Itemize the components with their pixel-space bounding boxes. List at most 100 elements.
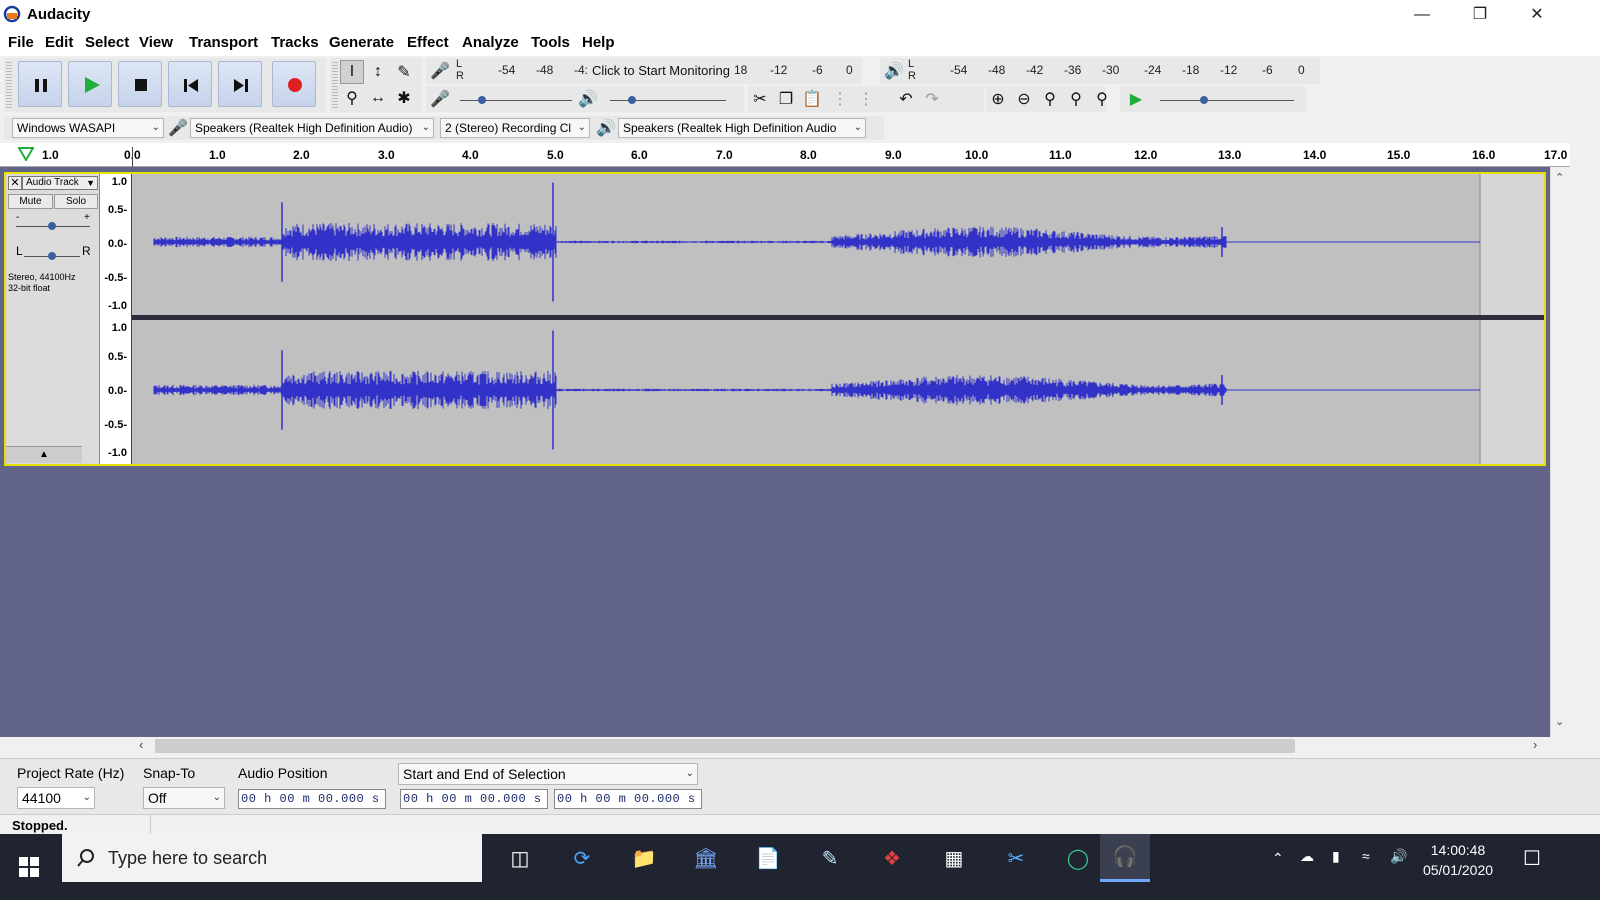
mute-button[interactable]: Mute <box>8 194 53 209</box>
vertical-scrollbar[interactable]: ⌃ ⌄ <box>1550 167 1570 737</box>
scroll-up-icon[interactable]: ⌃ <box>1555 171 1564 184</box>
taskbar-search-box[interactable]: Type here to search <box>62 834 482 882</box>
audio-track[interactable]: ✕ Audio Track ▼ Mute Solo - + L R Stereo… <box>4 172 1546 466</box>
menu-generate[interactable]: Generate <box>329 34 394 51</box>
scroll-thumb[interactable] <box>155 739 1295 753</box>
menu-tracks[interactable]: Tracks <box>271 34 319 51</box>
recording-volume-slider[interactable] <box>460 100 572 101</box>
collapse-track-icon[interactable]: ▲ <box>6 446 82 463</box>
gain-knob[interactable] <box>48 222 56 230</box>
scroll-right-icon[interactable]: › <box>1533 737 1537 752</box>
solo-button[interactable]: Solo <box>54 194 98 209</box>
play-speed-knob[interactable] <box>1200 96 1208 104</box>
redo-icon[interactable]: ↷ <box>920 87 944 111</box>
show-hidden-icons-icon[interactable]: ⌃ <box>1272 850 1284 867</box>
maximize-button[interactable]: ❐ <box>1452 0 1508 30</box>
recording-meter-toolbar[interactable]: 🎤 L R -54 -48 -4: Click to Start Monitor… <box>426 58 862 84</box>
copy-icon[interactable]: ❐ <box>774 87 798 111</box>
menu-view[interactable]: View <box>139 34 173 51</box>
recording-device-select[interactable]: Speakers (Realtek High Definition Audio)… <box>190 118 434 138</box>
fit-project-icon[interactable]: ⚲ <box>1064 87 1088 111</box>
skip-to-start-button[interactable] <box>168 61 212 107</box>
notepad-icon[interactable]: 📄 <box>746 840 790 876</box>
start-button[interactable] <box>0 834 58 900</box>
zoom-tool-icon[interactable]: ⚲ <box>340 86 364 110</box>
menu-analyze[interactable]: Analyze <box>462 34 519 51</box>
play-at-speed-icon[interactable]: ▶ <box>1124 87 1148 111</box>
toolbar-grip[interactable] <box>332 62 338 108</box>
monitor-prompt[interactable]: Click to Start Monitoring <box>592 63 730 78</box>
close-button[interactable]: ✕ <box>1509 0 1565 30</box>
timeline-ruler[interactable]: 1.0 0.0 1.0 2.0 3.0 4.0 5.0 6.0 7.0 8.0 … <box>0 143 1570 167</box>
amplitude-ruler[interactable]: 1.0 0.5- 0.0- -0.5- -1.0 1.0 0.5- 0.0- -… <box>100 174 132 464</box>
menu-file[interactable]: File <box>8 34 34 51</box>
scroll-left-icon[interactable]: ‹ <box>139 737 143 752</box>
task-view-icon[interactable]: ◫ <box>498 840 542 876</box>
record-button[interactable] <box>272 61 316 107</box>
menu-tools[interactable]: Tools <box>531 34 570 51</box>
sync-app-icon[interactable]: ⟳ <box>560 840 604 876</box>
silence-icon[interactable]: ⋮ <box>854 87 878 111</box>
play-speed-slider[interactable] <box>1160 100 1294 101</box>
pen-app-icon[interactable]: ✎ <box>808 840 852 876</box>
clock[interactable]: 14:00:48 05/01/2020 <box>1420 840 1496 880</box>
onedrive-icon[interactable]: ☁ <box>1300 848 1314 865</box>
selection-start-field[interactable]: 00 h 00 m 00.000 s <box>400 789 548 809</box>
fit-selection-icon[interactable]: ⚲ <box>1038 87 1062 111</box>
red-app-icon[interactable]: ❖ <box>870 840 914 876</box>
close-track-icon[interactable]: ✕ <box>8 176 22 190</box>
playback-device-select[interactable]: Speakers (Realtek High Definition Audio ⌄ <box>618 118 866 138</box>
pan-knob[interactable] <box>48 252 56 260</box>
zoom-toggle-icon[interactable]: ⚲ <box>1090 87 1114 111</box>
battery-icon[interactable]: ▮ <box>1332 848 1340 865</box>
menu-edit[interactable]: Edit <box>45 34 73 51</box>
time-shift-tool-icon[interactable]: ↔ <box>366 86 390 110</box>
file-explorer-icon[interactable]: 📁 <box>622 840 666 876</box>
pause-button[interactable] <box>18 61 62 107</box>
zoom-out-icon[interactable]: ⊖ <box>1012 87 1036 111</box>
draw-tool-icon[interactable]: ✎ <box>392 60 416 84</box>
volume-icon[interactable]: 🔊 <box>1390 848 1407 865</box>
playback-volume-knob[interactable] <box>628 96 636 104</box>
selection-tool-icon[interactable]: I <box>340 60 364 84</box>
play-button[interactable] <box>68 61 112 107</box>
selection-mode-select[interactable]: Start and End of Selection ⌄ <box>398 763 698 785</box>
stop-button[interactable] <box>118 61 162 107</box>
cut-icon[interactable]: ✂ <box>748 87 772 111</box>
audio-host-select[interactable]: Windows WASAPI ⌄ <box>12 118 164 138</box>
recording-channels-select[interactable]: 2 (Stereo) Recording Cl ⌄ <box>440 118 590 138</box>
trim-icon[interactable]: ⋮ <box>828 87 852 111</box>
speaker-icon[interactable]: 🔊 <box>882 59 906 83</box>
menu-help[interactable]: Help <box>582 34 615 51</box>
selection-end-field[interactable]: 00 h 00 m 00.000 s <box>554 789 702 809</box>
project-rate-select[interactable]: 44100 ⌄ <box>17 787 95 809</box>
menu-transport[interactable]: Transport <box>189 34 258 51</box>
multi-tool-icon[interactable]: ✱ <box>392 86 416 110</box>
undo-icon[interactable]: ↶ <box>894 87 918 111</box>
envelope-tool-icon[interactable]: ↕ <box>366 60 390 84</box>
microphone-icon[interactable]: 🎤 <box>428 59 452 83</box>
snap-to-select[interactable]: Off ⌄ <box>143 787 225 809</box>
menu-effect[interactable]: Effect <box>407 34 449 51</box>
horizontal-scrollbar[interactable]: ‹ › <box>135 737 1550 755</box>
track-area[interactable]: ✕ Audio Track ▼ Mute Solo - + L R Stereo… <box>0 167 1550 737</box>
audio-position-field[interactable]: 00 h 00 m 00.000 s <box>238 789 386 809</box>
minimize-button[interactable]: — <box>1394 0 1450 30</box>
calculator-icon[interactable]: ▦ <box>932 840 976 876</box>
toolbar-grip[interactable] <box>6 62 12 108</box>
track-name-menu[interactable]: Audio Track ▼ <box>22 176 98 190</box>
playback-meter-toolbar[interactable]: 🔊 L R -54 -48 -42 -36 -30 -24 -18 -12 -6… <box>880 58 1320 84</box>
audacity-taskbar-icon[interactable]: 🎧 <box>1100 834 1150 882</box>
waveform-display[interactable] <box>132 174 1544 464</box>
zoom-in-icon[interactable]: ⊕ <box>986 87 1010 111</box>
action-center-icon[interactable]: ☐ <box>1510 840 1554 876</box>
snipping-tool-icon[interactable]: ✂ <box>994 840 1038 876</box>
wifi-icon[interactable]: ≈ <box>1362 848 1370 864</box>
edge-dev-icon[interactable]: ◯ <box>1056 840 1100 876</box>
recording-volume-knob[interactable] <box>478 96 486 104</box>
paste-icon[interactable]: 📋 <box>800 87 824 111</box>
library-app-icon[interactable]: 🏛 <box>684 840 728 876</box>
skip-to-end-button[interactable] <box>218 61 262 107</box>
menu-select[interactable]: Select <box>85 34 129 51</box>
scroll-down-icon[interactable]: ⌄ <box>1555 715 1564 728</box>
